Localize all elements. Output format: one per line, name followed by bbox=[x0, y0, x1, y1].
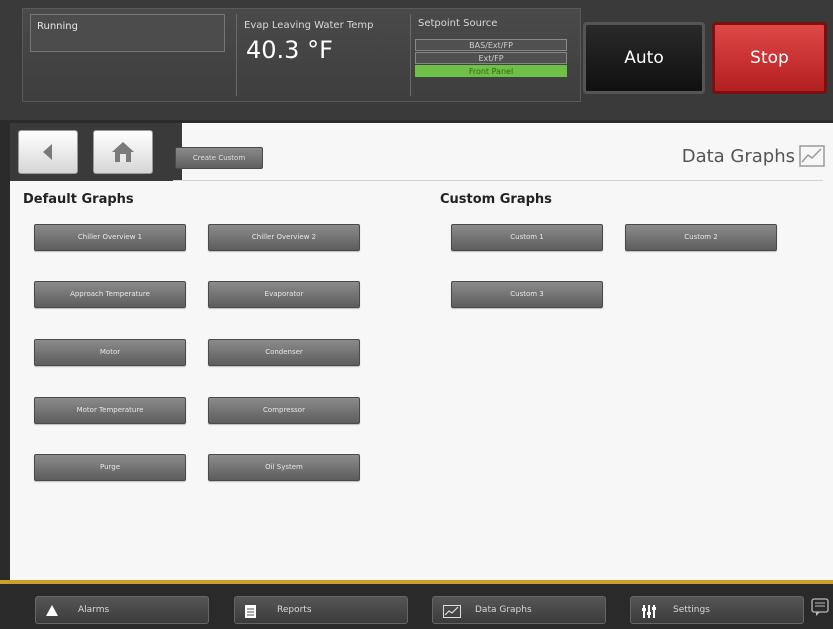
graph-button-condenser[interactable]: Condenser bbox=[208, 339, 360, 366]
operating-status: Running bbox=[30, 14, 225, 52]
sliders-icon bbox=[642, 605, 656, 618]
page-title: Data Graphs bbox=[681, 146, 795, 167]
graph-button-custom-1[interactable]: Custom 1 bbox=[451, 224, 603, 251]
status-divider bbox=[236, 14, 237, 96]
chat-icon[interactable] bbox=[811, 598, 829, 618]
evap-temp-value: 40.3 °F bbox=[246, 36, 333, 64]
tab-reports-label: Reports bbox=[277, 605, 312, 615]
title-divider bbox=[173, 180, 823, 181]
back-arrow-icon bbox=[43, 144, 52, 160]
setpoint-option-bas[interactable]: BAS/Ext/FP bbox=[415, 39, 567, 51]
data-graphs-panel: Create Custom Data Graphs Default Graphs… bbox=[10, 123, 833, 580]
warning-icon bbox=[46, 605, 58, 616]
graph-button-oil-system[interactable]: Oil System bbox=[208, 454, 360, 481]
tab-reports[interactable]: Reports bbox=[234, 596, 408, 624]
tab-settings[interactable]: Settings bbox=[630, 596, 804, 624]
graph-icon bbox=[799, 145, 825, 167]
graph-button-motor-temperature[interactable]: Motor Temperature bbox=[34, 397, 186, 424]
tab-settings-label: Settings bbox=[673, 605, 710, 615]
graph-button-purge[interactable]: Purge bbox=[34, 454, 186, 481]
home-icon bbox=[112, 142, 134, 162]
setpoint-divider bbox=[410, 14, 411, 96]
setpoint-option-ext[interactable]: Ext/FP bbox=[415, 52, 567, 64]
tab-alarms[interactable]: Alarms bbox=[35, 596, 209, 624]
home-button[interactable] bbox=[93, 130, 153, 174]
tab-data-graphs-label: Data Graphs bbox=[475, 605, 532, 615]
bottom-nav: Alarms Reports Data Graphs Settings bbox=[0, 584, 833, 629]
graph-button-compressor[interactable]: Compressor bbox=[208, 397, 360, 424]
status-bar: Running Evap Leaving Water Temp 40.3 °F … bbox=[0, 0, 833, 120]
graph-button-motor[interactable]: Motor bbox=[34, 339, 186, 366]
setpoint-option-front-panel[interactable]: Front Panel bbox=[415, 65, 567, 77]
tab-data-graphs[interactable]: Data Graphs bbox=[432, 596, 606, 624]
setpoint-source-label: Setpoint Source bbox=[418, 18, 498, 29]
graph-icon bbox=[443, 605, 461, 618]
create-custom-button[interactable]: Create Custom bbox=[175, 147, 263, 169]
graph-button-chiller-overview-2[interactable]: Chiller Overview 2 bbox=[208, 224, 360, 251]
graph-button-approach-temperature[interactable]: Approach Temperature bbox=[34, 281, 186, 308]
custom-graphs-title: Custom Graphs bbox=[440, 192, 552, 207]
back-button[interactable] bbox=[18, 130, 78, 174]
auto-button[interactable]: Auto bbox=[583, 22, 705, 94]
graph-button-chiller-overview-1[interactable]: Chiller Overview 1 bbox=[34, 224, 186, 251]
document-icon bbox=[245, 605, 256, 618]
graph-button-custom-2[interactable]: Custom 2 bbox=[625, 224, 777, 251]
graph-button-evaporator[interactable]: Evaporator bbox=[208, 281, 360, 308]
tab-alarms-label: Alarms bbox=[78, 605, 110, 615]
evap-temp-label: Evap Leaving Water Temp bbox=[244, 20, 374, 31]
stop-button[interactable]: Stop bbox=[712, 22, 827, 94]
graph-button-custom-3[interactable]: Custom 3 bbox=[451, 281, 603, 308]
default-graphs-title: Default Graphs bbox=[23, 192, 134, 207]
